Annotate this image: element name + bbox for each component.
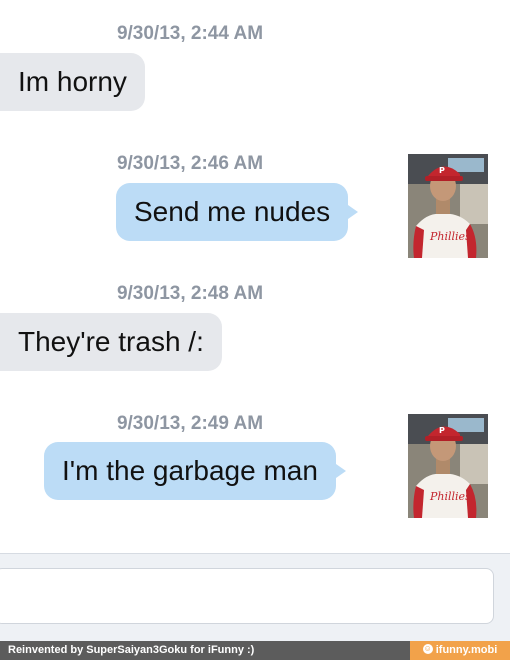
bubble-tail bbox=[348, 205, 359, 219]
svg-text:Phillies: Phillies bbox=[429, 230, 471, 243]
sender-avatar[interactable]: Phillies P bbox=[408, 154, 488, 258]
svg-text:P: P bbox=[439, 166, 445, 175]
message-timestamp: 9/30/13, 2:46 AM bbox=[116, 153, 264, 174]
compose-bar bbox=[0, 553, 510, 642]
message-input[interactable] bbox=[0, 568, 494, 624]
svg-text:P: P bbox=[439, 426, 445, 435]
watermark-brand: ☺ ifunny.mobi bbox=[410, 641, 510, 660]
bubble-tail bbox=[335, 464, 346, 478]
smile-icon: ☺ bbox=[422, 644, 433, 655]
message-timestamp: 9/30/13, 2:44 AM bbox=[116, 23, 264, 44]
message-text: Im horny bbox=[18, 66, 127, 97]
outgoing-message-bubble[interactable]: I'm the garbage man bbox=[44, 442, 346, 500]
message-text: They're trash /: bbox=[18, 326, 204, 357]
watermark-credit: Reinvented by SuperSaiyan3Goku for iFunn… bbox=[0, 641, 410, 660]
avatar-photo-icon: Phillies P bbox=[408, 414, 488, 518]
watermark-credit-text: Reinvented by SuperSaiyan3Goku for iFunn… bbox=[8, 644, 255, 656]
message-timestamp: 9/30/13, 2:48 AM bbox=[116, 283, 264, 304]
svg-text:Phillies: Phillies bbox=[429, 490, 471, 503]
avatar-photo-icon: Phillies P bbox=[408, 154, 488, 258]
message-text: Send me nudes bbox=[134, 196, 331, 227]
outgoing-message-bubble[interactable]: Send me nudes bbox=[116, 183, 359, 241]
sender-avatar[interactable]: Phillies P bbox=[408, 414, 488, 518]
chat-screen: 9/30/13, 2:44 AM Im horny 9/30/13, 2:46 … bbox=[0, 0, 510, 660]
watermark-brand-text: ifunny.mobi bbox=[435, 644, 498, 656]
message-text: I'm the garbage man bbox=[62, 455, 318, 486]
incoming-message-bubble[interactable]: They're trash /: bbox=[0, 313, 222, 371]
message-timestamp: 9/30/13, 2:49 AM bbox=[116, 413, 264, 434]
incoming-message-bubble[interactable]: Im horny bbox=[0, 53, 145, 111]
